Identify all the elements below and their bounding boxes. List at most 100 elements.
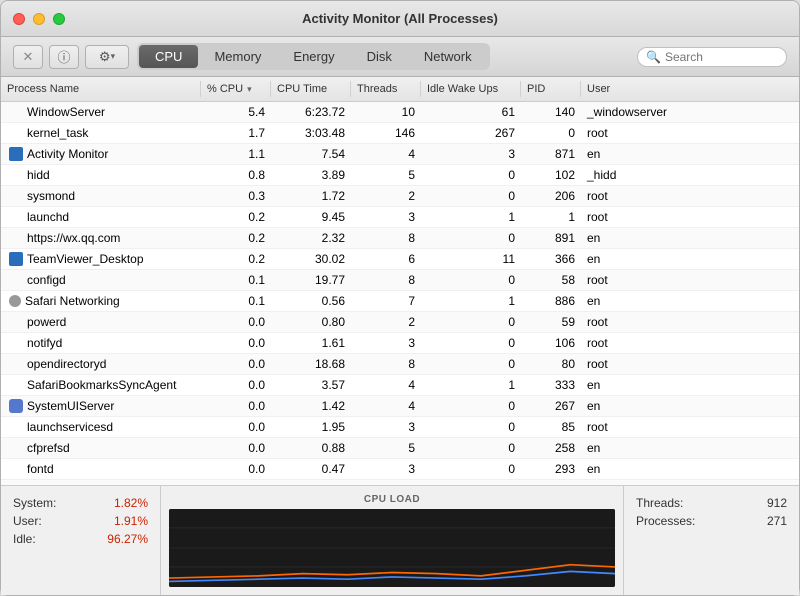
process-name: SystemUIServer xyxy=(27,399,114,413)
col-threads[interactable]: Threads xyxy=(351,81,421,97)
process-name-cell: launchd xyxy=(1,207,201,227)
cpu-time-cell: 0.88 xyxy=(271,438,351,458)
tab-bar: CPU Memory Energy Disk Network xyxy=(137,43,490,70)
toolbar: ✕ ⓘ ⚙ ▾ CPU Memory Energy Disk Network 🔍 xyxy=(1,37,799,77)
gear-button[interactable]: ⚙ ▾ xyxy=(85,45,129,69)
user-cell: en xyxy=(581,375,681,395)
table-row[interactable]: configd 0.1 19.77 8 0 58 root xyxy=(1,270,799,291)
col-pid[interactable]: PID xyxy=(521,81,581,97)
cpu-stats-panel: System: 1.82% User: 1.91% Idle: 96.27% xyxy=(1,486,161,595)
process-icon-placeholder xyxy=(9,357,23,371)
col-idle-wake-ups[interactable]: Idle Wake Ups xyxy=(421,81,521,97)
table-row[interactable]: SystemUIServer 0.0 1.42 4 0 267 en xyxy=(1,396,799,417)
table-row[interactable]: https://wx.qq.com 0.2 2.32 8 0 891 en xyxy=(1,228,799,249)
process-icon xyxy=(9,252,23,266)
process-name-cell: Activity Monitor xyxy=(1,144,201,164)
process-icon-placeholder xyxy=(9,231,23,245)
process-name-cell: WindowServer xyxy=(1,102,201,122)
cpu-time-cell: 1.95 xyxy=(271,417,351,437)
table-row[interactable]: fontd 0.0 0.47 3 0 293 en xyxy=(1,459,799,480)
cpu-time-cell: 18.68 xyxy=(271,354,351,374)
user-cell: root xyxy=(581,333,681,353)
stop-button[interactable]: ✕ xyxy=(13,45,43,69)
table-row[interactable]: Safari Networking 0.1 0.56 7 1 886 en xyxy=(1,291,799,312)
toolbar-left: ✕ ⓘ ⚙ ▾ xyxy=(13,45,129,69)
threads-cell: 146 xyxy=(351,123,421,143)
col-cpu-pct[interactable]: % CPU ▾ xyxy=(201,81,271,97)
process-name: launchservicesd xyxy=(27,420,113,434)
idle-wake-ups-cell: 0 xyxy=(421,396,521,416)
window-controls xyxy=(13,13,65,25)
threads-cell: 3 xyxy=(351,333,421,353)
pid-cell: 59 xyxy=(521,312,581,332)
process-name: https://wx.qq.com xyxy=(27,231,120,245)
idle-wake-ups-cell: 0 xyxy=(421,354,521,374)
process-name: kernel_task xyxy=(27,126,88,140)
table-row[interactable]: WindowServer 5.4 6:23.72 10 61 140 _wind… xyxy=(1,102,799,123)
info-button[interactable]: ⓘ xyxy=(49,45,79,69)
user-cell: en xyxy=(581,228,681,248)
tab-disk[interactable]: Disk xyxy=(351,45,408,68)
table-row[interactable]: cfprefsd 0.0 0.88 5 0 258 en xyxy=(1,438,799,459)
close-button[interactable] xyxy=(13,13,25,25)
cpu-time-cell: 1.72 xyxy=(271,186,351,206)
search-input[interactable] xyxy=(665,50,778,64)
threads-cell: 3 xyxy=(351,459,421,479)
idle-wake-ups-cell: 0 xyxy=(421,186,521,206)
table-row[interactable]: kernel_task 1.7 3:03.48 146 267 0 root xyxy=(1,123,799,144)
table-row[interactable]: SafariBookmarksSyncAgent 0.0 3.57 4 1 33… xyxy=(1,375,799,396)
process-icon-placeholder xyxy=(9,462,23,476)
process-icon xyxy=(9,399,23,413)
tab-memory[interactable]: Memory xyxy=(198,45,277,68)
process-icon-placeholder xyxy=(9,189,23,203)
table-row[interactable]: hidd 0.8 3.89 5 0 102 _hidd xyxy=(1,165,799,186)
cpu-time-cell: 3.57 xyxy=(271,375,351,395)
table-row[interactable]: TeamViewer_Desktop 0.2 30.02 6 11 366 en xyxy=(1,249,799,270)
cpu-time-cell: 9.45 xyxy=(271,207,351,227)
process-icon xyxy=(9,147,23,161)
cpu-time-cell: 0.80 xyxy=(271,312,351,332)
tab-network[interactable]: Network xyxy=(408,45,488,68)
process-name: configd xyxy=(27,273,66,287)
table-row[interactable]: powerd 0.0 0.80 2 0 59 root xyxy=(1,312,799,333)
user-cell: _windowserver xyxy=(581,102,681,122)
threads-cell: 2 xyxy=(351,186,421,206)
minimize-button[interactable] xyxy=(33,13,45,25)
user-cell: en xyxy=(581,438,681,458)
process-name-cell: powerd xyxy=(1,312,201,332)
tab-energy[interactable]: Energy xyxy=(277,45,350,68)
process-name: notifyd xyxy=(27,336,62,350)
table-body: WindowServer 5.4 6:23.72 10 61 140 _wind… xyxy=(1,102,799,485)
pid-cell: 140 xyxy=(521,102,581,122)
pid-cell: 293 xyxy=(521,459,581,479)
pid-cell: 80 xyxy=(521,354,581,374)
threads-cell: 3 xyxy=(351,417,421,437)
table-row[interactable]: launchd 0.2 9.45 3 1 1 root xyxy=(1,207,799,228)
table-row[interactable]: launchservicesd 0.0 1.95 3 0 85 root xyxy=(1,417,799,438)
table-row[interactable]: notifyd 0.0 1.61 3 0 106 root xyxy=(1,333,799,354)
processes-value: 271 xyxy=(767,514,787,528)
col-user[interactable]: User xyxy=(581,81,681,97)
cpu-load-chart: CPU LOAD xyxy=(161,486,624,595)
threads-label: Threads: xyxy=(636,496,683,510)
idle-wake-ups-cell: 0 xyxy=(421,438,521,458)
cpu-pct-cell: 0.3 xyxy=(201,186,271,206)
process-name: hidd xyxy=(27,168,50,182)
process-icon-placeholder xyxy=(9,336,23,350)
col-cpu-time[interactable]: CPU Time xyxy=(271,81,351,97)
cpu-pct-cell: 0.8 xyxy=(201,165,271,185)
tab-cpu[interactable]: CPU xyxy=(139,45,198,68)
user-cell: en xyxy=(581,249,681,269)
col-process-name[interactable]: Process Name xyxy=(1,81,201,97)
maximize-button[interactable] xyxy=(53,13,65,25)
pid-cell: 886 xyxy=(521,291,581,311)
process-name-cell: notifyd xyxy=(1,333,201,353)
user-cell: en xyxy=(581,459,681,479)
table-row[interactable]: sysmond 0.3 1.72 2 0 206 root xyxy=(1,186,799,207)
table-row[interactable]: opendirectoryd 0.0 18.68 8 0 80 root xyxy=(1,354,799,375)
search-box[interactable]: 🔍 xyxy=(637,47,787,67)
table-row[interactable]: Activity Monitor 1.1 7.54 4 3 871 en xyxy=(1,144,799,165)
process-name-cell: fontd xyxy=(1,459,201,479)
threads-cell: 3 xyxy=(351,207,421,227)
process-icon-placeholder xyxy=(9,441,23,455)
